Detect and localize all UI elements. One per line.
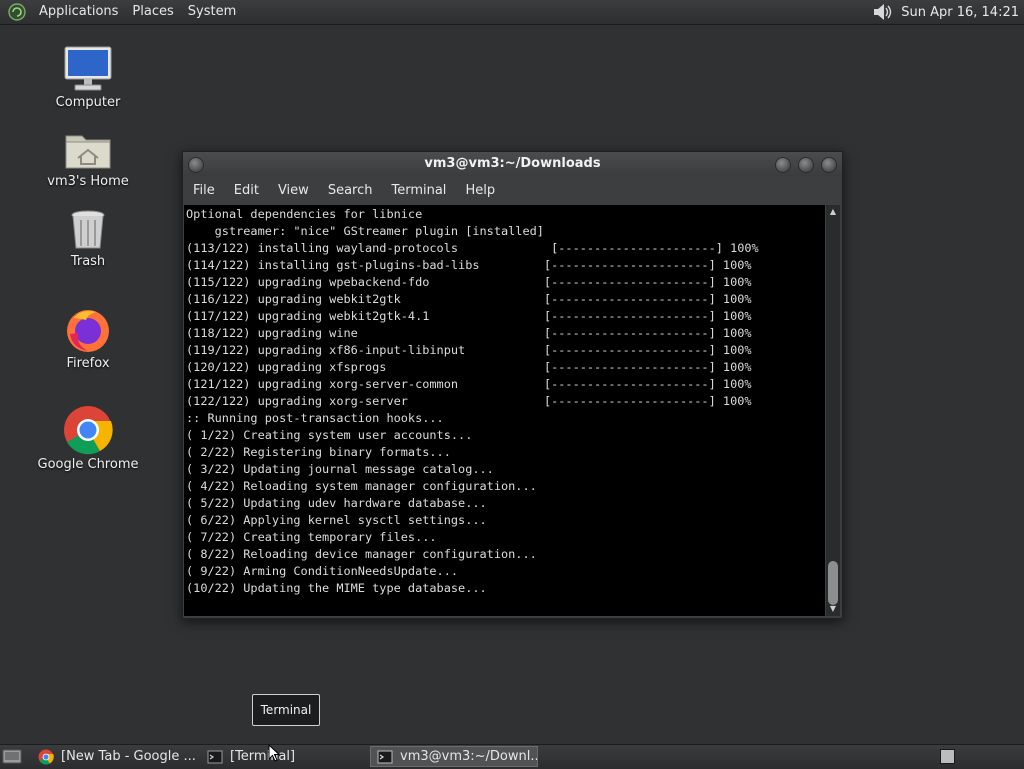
menu-edit[interactable]: Edit: [224, 183, 268, 198]
speaker-icon[interactable]: [871, 1, 893, 23]
show-desktop-icon[interactable]: [2, 748, 22, 765]
desktop-icon-home[interactable]: vm3's Home: [33, 128, 143, 189]
desktop-icon-label: vm3's Home: [47, 174, 129, 189]
system-menu[interactable]: System: [181, 0, 243, 24]
places-menu[interactable]: Places: [125, 0, 180, 24]
taskbar-tooltip: Terminal: [252, 694, 320, 726]
minimize-button[interactable]: [775, 157, 791, 173]
menu-search[interactable]: Search: [318, 183, 382, 198]
menu-file[interactable]: File: [183, 183, 224, 198]
home-folder-icon: [65, 135, 111, 169]
task-chrome[interactable]: [New Tab - Google ...: [32, 746, 197, 767]
maximize-button[interactable]: [798, 157, 814, 173]
terminal-icon: [207, 750, 223, 763]
chrome-icon: [64, 406, 113, 455]
task-label: [Terminal]: [230, 749, 296, 764]
terminal-text: Optional dependencies for libnice gstrea…: [186, 207, 759, 595]
close-button[interactable]: [821, 157, 837, 173]
menu-view[interactable]: View: [268, 183, 318, 198]
bottom-panel: [New Tab - Google ... [Terminal] vm3@vm3…: [0, 744, 1024, 769]
scroll-down-arrow-icon[interactable]: ▼: [826, 602, 840, 616]
scroll-up-arrow-icon[interactable]: ▲: [826, 205, 840, 219]
menu-help[interactable]: Help: [455, 183, 504, 198]
top-panel: Applications Places System Sun Apr 16, 1…: [0, 0, 1024, 25]
window-titlebar[interactable]: vm3@vm3:~/Downloads: [183, 152, 842, 176]
task-label: vm3@vm3:~/Downl...: [400, 749, 538, 764]
desktop-icon-label: Google Chrome: [37, 457, 139, 472]
desktop-icon-label: Trash: [70, 254, 106, 269]
desktop-icon-computer[interactable]: Computer: [33, 45, 143, 110]
menu-terminal[interactable]: Terminal: [381, 183, 455, 198]
mouse-cursor-icon: [268, 744, 280, 762]
workspace-switcher[interactable]: [940, 749, 955, 764]
desktop-icon-trash[interactable]: Trash: [33, 208, 143, 269]
window-title: vm3@vm3:~/Downloads: [424, 156, 601, 171]
desktop-icon-chrome[interactable]: Google Chrome: [33, 405, 143, 472]
terminal-window: vm3@vm3:~/Downloads File Edit View Searc…: [182, 151, 843, 619]
applications-menu[interactable]: Applications: [32, 0, 125, 24]
task-terminal-active[interactable]: vm3@vm3:~/Downl...: [370, 746, 538, 767]
terminal-icon: [377, 750, 393, 763]
firefox-icon: [67, 310, 109, 352]
desktop-icon-firefox[interactable]: Firefox: [33, 306, 143, 371]
computer-icon: [64, 46, 112, 91]
terminal-output[interactable]: Optional dependencies for libnice gstrea…: [184, 205, 825, 616]
window-menubar: File Edit View Search Terminal Help: [183, 176, 842, 204]
desktop-icon-label: Computer: [55, 95, 121, 110]
desktop-icon-label: Firefox: [66, 356, 110, 371]
chrome-icon: [38, 749, 54, 764]
task-label: [New Tab - Google ...: [61, 749, 196, 764]
distro-logo-icon[interactable]: [8, 3, 26, 21]
task-terminal[interactable]: [Terminal]: [201, 746, 366, 767]
clock[interactable]: Sun Apr 16, 14:21: [901, 5, 1019, 20]
trash-icon: [71, 210, 105, 249]
scroll-thumb[interactable]: [828, 561, 838, 605]
terminal-scrollbar[interactable]: ▲ ▼: [826, 205, 840, 616]
